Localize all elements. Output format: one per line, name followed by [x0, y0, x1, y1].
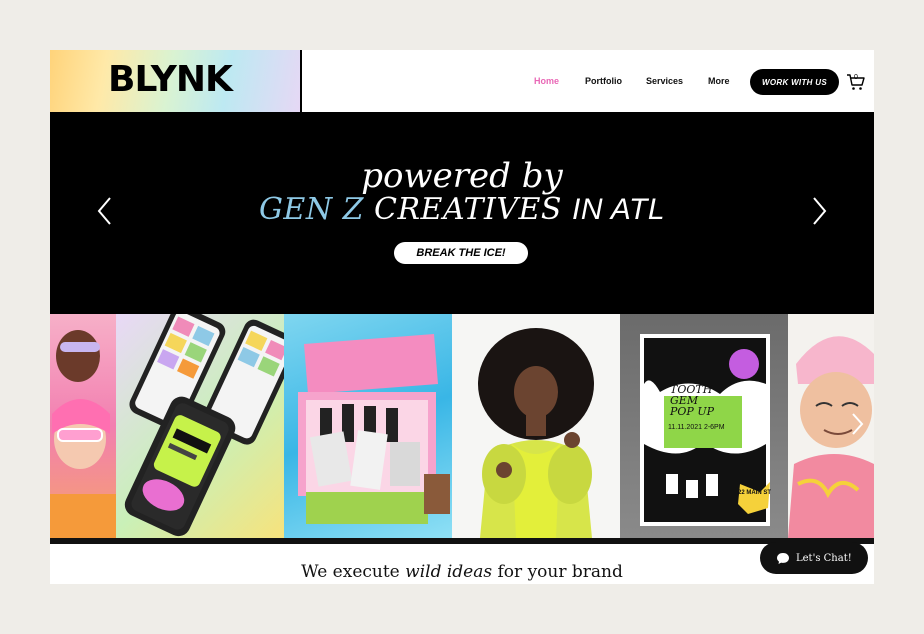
gallery-image-portrait-pink[interactable] [50, 314, 116, 538]
gallery-divider [50, 538, 874, 544]
nav-more[interactable]: More [708, 76, 730, 86]
hero-tail-text: IN ATL [572, 193, 666, 226]
hero-accent-text: GEN Z [258, 192, 364, 227]
hero-headline-top: powered by [361, 156, 563, 196]
hero-banner: powered by GEN Z CREATIVES IN ATL BREAK … [50, 112, 874, 314]
logo-area[interactable]: BLYNK [50, 50, 302, 112]
poster-date: 11.11.2021 2-6PM [668, 424, 725, 431]
site-header: BLYNK Home Portfolio Services More WORK … [50, 50, 874, 112]
hero-next-arrow-icon[interactable] [810, 196, 828, 226]
gallery-image-portrait-yellow[interactable] [452, 314, 620, 538]
website-frame: BLYNK Home Portfolio Services More WORK … [50, 50, 874, 584]
chat-label: Let's Chat! [796, 552, 852, 564]
tagline-prefix: We execute [301, 562, 406, 582]
hero-headline-bottom: GEN Z CREATIVES IN ATL [50, 192, 874, 227]
tagline-suffix: for your brand [492, 562, 623, 582]
tagline: We execute wild ideas for your brand [50, 562, 874, 582]
gallery-image-merch-box[interactable] [284, 314, 452, 538]
poster-badge: 22 MAIN ST [738, 490, 772, 496]
gallery-image-phone-app[interactable] [116, 314, 284, 538]
brand-logo[interactable]: BLYNK [108, 59, 233, 100]
portfolio-gallery: TOOTH GEM POP UP 11.11.2021 2-6PM 22 MAI… [50, 314, 874, 538]
chat-widget-button[interactable]: Let's Chat! [760, 542, 868, 574]
nav-home[interactable]: Home [534, 76, 559, 86]
break-the-ice-button[interactable]: BREAK THE ICE! [394, 242, 528, 264]
gallery-image-tooth-gem-poster[interactable]: TOOTH GEM POP UP 11.11.2021 2-6PM 22 MAI… [620, 314, 788, 538]
nav-portfolio[interactable]: Portfolio [585, 76, 622, 86]
tagline-emphasis: wild ideas [405, 562, 493, 582]
poster-line-3: POP UP [670, 405, 714, 418]
work-with-us-button[interactable]: WORK WITH US [750, 69, 839, 95]
cart-count: 0 [854, 74, 858, 81]
gallery-next-arrow-icon[interactable] [850, 412, 864, 436]
hero-main-text: CREATIVES [374, 192, 562, 227]
chat-bubble-icon [777, 552, 789, 564]
poster-title: TOOTH GEM POP UP [670, 384, 740, 417]
nav-services[interactable]: Services [646, 76, 683, 86]
